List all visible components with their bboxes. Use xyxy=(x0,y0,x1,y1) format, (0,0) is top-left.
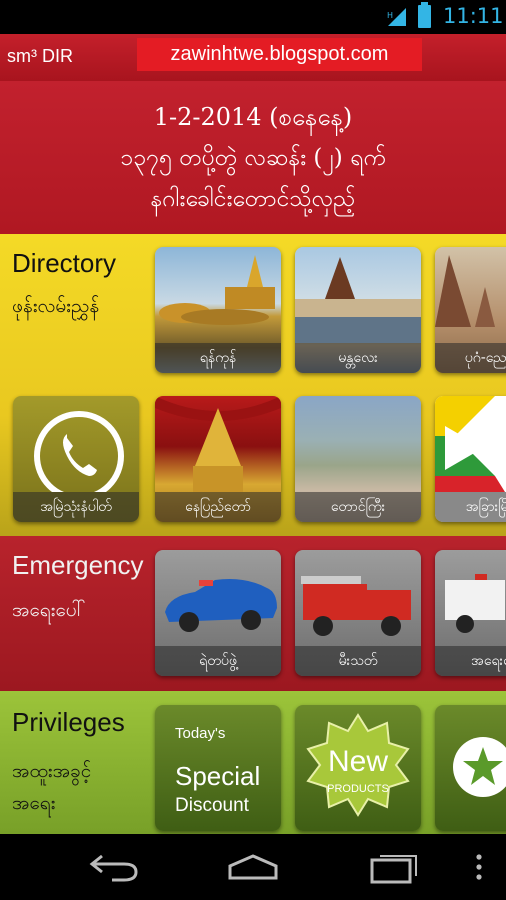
tile-more-privileges[interactable] xyxy=(435,705,506,831)
tile-label: မီးသတ် xyxy=(295,646,421,676)
recent-apps-icon[interactable] xyxy=(368,850,422,884)
tile-fire[interactable]: မီးသတ် xyxy=(295,550,421,676)
direction-note: နဂါးခေါင်းတောင်သို့လှည့် xyxy=(150,186,356,212)
pagoda-image xyxy=(159,255,275,325)
emergency-section: Emergency အရေးပေါ် ရဲတပ်ဖွဲ့ မီးသတ် အရေး… xyxy=(0,536,506,691)
privileges-subtitle-2: အရေး xyxy=(12,792,56,814)
privileges-section: Privileges အထူးအခွင့် အရေး Today's Speci… xyxy=(0,691,506,834)
special-line2: Special xyxy=(175,761,261,791)
emergency-subtitle: အရေးပေါ် xyxy=(12,599,86,621)
directory-title: Directory xyxy=(12,248,117,278)
new-line1: New xyxy=(327,745,388,778)
tile-mandalay[interactable]: မန္တလေး xyxy=(295,247,421,373)
tile-label: အခြားမြို့များ xyxy=(435,492,506,522)
privileges-title: Privileges xyxy=(12,707,125,737)
special-line1: Today's xyxy=(175,725,226,742)
date-header: 1-2-2014 (စနေနေ့) ၁၃၇၅ တပို့တွဲ လဆန်း (၂… xyxy=(0,81,506,234)
navigation-bar xyxy=(0,834,506,900)
phone-icon xyxy=(34,411,124,492)
tile-special-discount[interactable]: Today's Special Discount xyxy=(155,705,281,831)
police-car-icon xyxy=(165,579,277,632)
myanmar-date: ၁၃၇၅ တပို့တွဲ လဆန်း (၂) ရက် xyxy=(120,145,386,171)
ambulance-icon xyxy=(445,574,505,633)
directory-section: Directory ဖုန်းလမ်းညွှန် ရန်ကုန် မန္တလေး… xyxy=(0,234,506,536)
tile-ambulance[interactable]: အရေးပေါ် xyxy=(435,550,506,676)
tile-naypyidaw[interactable]: နေပြည်တော် xyxy=(155,396,281,522)
tile-label: ရန်ကုန် xyxy=(155,343,281,373)
app-title: sm³ DIR xyxy=(7,46,73,66)
status-bar: H 11:11 xyxy=(0,0,506,34)
overflow-menu-icon[interactable] xyxy=(474,852,484,882)
tile-new-products[interactable]: New PRODUCTS xyxy=(295,705,421,831)
privileges-subtitle-1: အထူးအခွင့် xyxy=(12,760,92,782)
palace-image xyxy=(295,257,421,343)
tile-label: တောင်ကြီး xyxy=(295,492,421,522)
tile-label: အရေးပေါ် xyxy=(435,646,506,676)
clock: 11:11 xyxy=(443,4,504,28)
tile-yangon[interactable]: ရန်ကုန် xyxy=(155,247,281,373)
tile-frequent-numbers[interactable]: အမြဲသုံးနံပါတ် xyxy=(13,396,139,522)
home-icon[interactable] xyxy=(226,852,280,882)
star-badge-icon xyxy=(453,737,506,797)
tile-label: နေပြည်တော် xyxy=(155,492,281,522)
tile-label: ရဲတပ်ဖွဲ့ xyxy=(155,646,281,676)
tile-label: ပုဂံ-ညောင်ဦး xyxy=(435,343,506,373)
emergency-title: Emergency xyxy=(12,550,144,580)
directory-subtitle: ဖုန်းလမ်းညွှန် xyxy=(12,295,100,317)
tile-police[interactable]: ရဲတပ်ဖွဲ့ xyxy=(155,550,281,676)
back-icon[interactable] xyxy=(86,852,140,882)
temple-image xyxy=(435,255,495,327)
tile-bagan[interactable]: ပုဂံ-ညောင်ဦး xyxy=(435,247,506,373)
watermark-text: zawinhtwe.blogspot.com xyxy=(170,43,389,65)
svg-text:H: H xyxy=(387,11,393,20)
throne-image xyxy=(155,396,281,492)
new-line2: PRODUCTS xyxy=(327,783,389,795)
gregorian-date: 1-2-2014 (စနေနေ့) xyxy=(153,103,353,131)
battery-icon xyxy=(418,2,431,28)
tile-label: အမြဲသုံးနံပါတ် xyxy=(13,492,139,522)
tile-other-cities[interactable]: အခြားမြို့များ xyxy=(435,396,506,522)
fire-truck-icon xyxy=(301,576,411,636)
tile-label: မန္တလေး xyxy=(295,343,421,373)
tile-taunggyi[interactable]: တောင်ကြီး xyxy=(295,396,421,522)
flag-image xyxy=(435,396,505,492)
special-line3: Discount xyxy=(175,795,249,816)
signal-icon: H xyxy=(387,8,406,26)
watermark-banner: zawinhtwe.blogspot.com xyxy=(137,38,422,71)
